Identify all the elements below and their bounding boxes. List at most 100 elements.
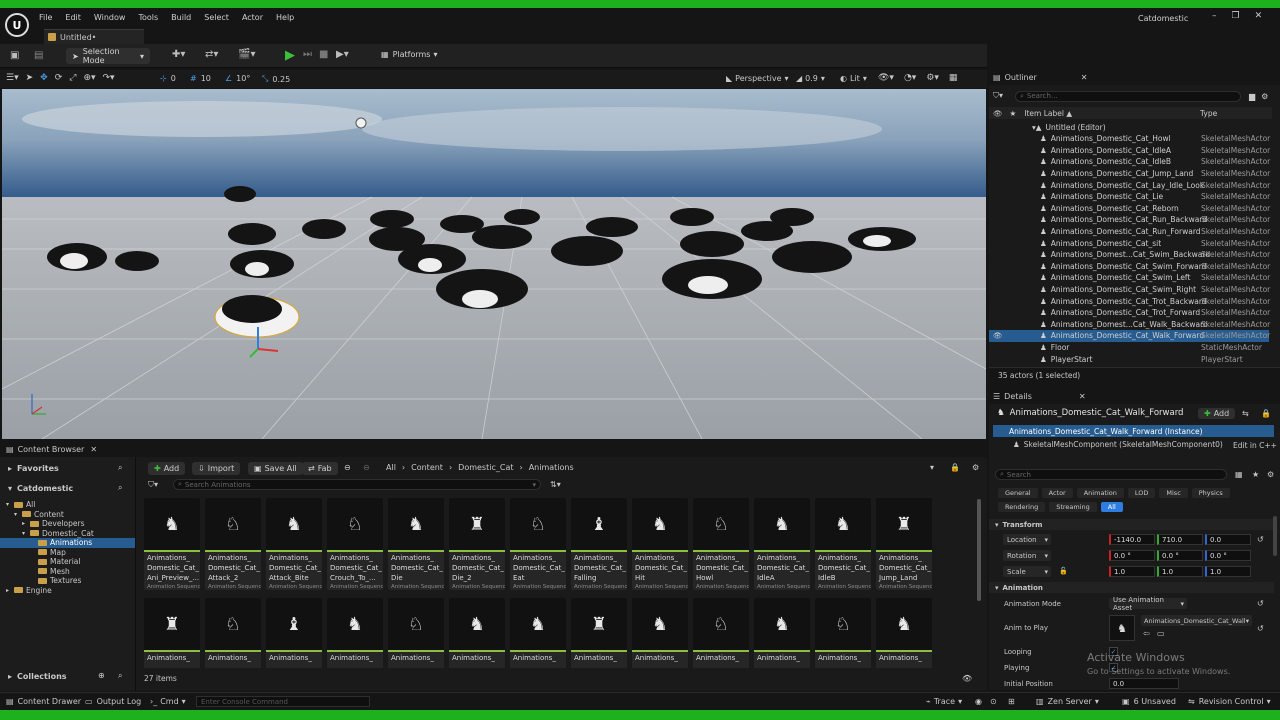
details-tab[interactable]: ☰ Details ✕ [989, 388, 1280, 404]
search-icon[interactable]: ⌕ [118, 463, 122, 473]
actor-name[interactable]: Animations_Domestic_Cat_Walk_Forward [1010, 408, 1184, 418]
project-header[interactable]: ▾ Catdomestic [8, 484, 73, 493]
level-tab[interactable]: Untitled• [44, 29, 144, 44]
filter-icon[interactable]: ⛉▾ [148, 480, 158, 490]
details-add-button[interactable]: ✚ Add [1198, 408, 1236, 419]
outliner-row[interactable]: ♟ Floor StaticMeshActor [989, 342, 1269, 354]
outliner-row[interactable]: ♟ Animations_Domestic_Cat_Reborn SkeletalM… [989, 203, 1270, 215]
asset-tile[interactable]: ♞ Animations_ Domestic_Cat_ IdleA Animation … [754, 498, 810, 590]
asset-tile[interactable]: ♞ Animations_ Domestic_Cat_ Ani_Preview_...… [144, 498, 200, 590]
zen-server-button[interactable]: ▥ Zen Server ▾ [1036, 697, 1099, 706]
asset-tile[interactable]: ♘ Animations_ Domestic_Cat_ Howl Animation S… [693, 498, 749, 590]
folder-content[interactable]: ▾ Content [0, 510, 135, 520]
breadcrumb-item[interactable]: Animations [529, 463, 574, 472]
sort-icon[interactable]: ⇅▾ [550, 480, 561, 489]
rotation-snap[interactable]: ∠ 10° [225, 74, 250, 83]
asset-tile[interactable]: ♞ Animations_ [327, 598, 383, 668]
settings-icon[interactable]: ⚙ [1267, 470, 1274, 479]
content-browser-tab[interactable]: ▤ Content Browser ✕ [0, 441, 987, 457]
content-icon[interactable]: ▤ [34, 50, 43, 61]
asset-grid-scrollbar[interactable] [977, 499, 981, 601]
rotation-y-field[interactable]: 0.0 ° [1157, 550, 1203, 561]
world-icon[interactable]: ⊕▾ [83, 73, 95, 83]
details-tab-rendering[interactable]: Rendering [998, 502, 1046, 512]
outliner-row[interactable]: ♟ Animations_Domestic_Cat_Swim_Left Skelet… [989, 272, 1270, 284]
close-window-icon[interactable]: ✕ [1255, 11, 1263, 21]
fab-button[interactable]: ⇄ Fab [302, 462, 338, 475]
details-tab-animation[interactable]: Animation [1076, 488, 1124, 498]
reset-icon[interactable]: ↺ [1257, 535, 1264, 544]
outliner-row[interactable]: ♟ Animations_Domestic_Cat_Swim_Right Skele… [989, 284, 1270, 296]
collections-header[interactable]: ▸ Collections [8, 672, 67, 681]
platforms-button[interactable]: ▦ Platforms ▾ [381, 50, 437, 59]
asset-tile[interactable]: ♝ Animations_ Domestic_Cat_ Falling Animatio… [571, 498, 627, 590]
anim-thumbnail-icon[interactable]: ♞ [1109, 615, 1135, 641]
asset-tile[interactable]: ♝ Animations_ [266, 598, 322, 668]
asset-tile[interactable]: ♞ Animations_ Domestic_Cat_ Die Animation Se… [388, 498, 444, 590]
screenshot-icon[interactable]: ⊞ [1008, 697, 1015, 706]
asset-tile[interactable]: ♜ Animations_ Domestic_Cat_ Jump_Land Animat… [876, 498, 932, 590]
folder-developers[interactable]: ▸ Developers [0, 519, 135, 529]
outliner-tab[interactable]: ▤ Outliner ✕ [989, 69, 1280, 85]
browse-asset-icon[interactable]: ▭ [1157, 629, 1165, 638]
cinematics-icon[interactable]: 🎬▾ [238, 49, 255, 60]
outliner-row[interactable]: ♟ Animations_Domestic_Cat_Jump_Land Skelet… [989, 168, 1270, 180]
surface-snap-icon[interactable]: ↷▾ [103, 73, 115, 83]
reset-icon[interactable]: ↺ [1257, 599, 1264, 608]
location-z-field[interactable]: 0.0 [1205, 534, 1251, 545]
outliner-root[interactable]: ▾▲ Untitled (Editor) [1032, 122, 1106, 134]
outliner-row[interactable]: ♟ Animations_Domestic_Cat_sit SkeletalMesh… [989, 237, 1270, 249]
asset-tile[interactable]: ♞ Animations_ Domestic_Cat_ Hit Animation Se… [632, 498, 688, 590]
blueprint-icon[interactable]: ⇄▾ [205, 49, 218, 60]
asset-tile[interactable]: ♘ Animations_ [205, 598, 261, 668]
close-tab-icon[interactable]: ✕ [90, 445, 97, 454]
trace-button[interactable]: ⌁ Trace ▾ [926, 697, 962, 706]
location-x-field[interactable]: -1140.0 [1109, 534, 1155, 545]
grid-snap[interactable]: ⊹ 0 [160, 74, 176, 83]
history-back-icon[interactable]: ⊖ [344, 463, 351, 472]
outliner-row[interactable]: 👁 ♟ Animations_Domestic_Cat_Walk_Forward Sk… [989, 330, 1270, 342]
add-button[interactable]: ✚ Add [148, 462, 186, 475]
outliner-search-input[interactable]: ⌕ Search... [1015, 90, 1241, 102]
content-drawer-button[interactable]: ▤ Content Drawer [6, 697, 81, 706]
asset-tile[interactable]: ♜ Animations_ [144, 598, 200, 668]
folder-map[interactable]: Map [0, 548, 135, 558]
outliner-row[interactable]: ♟ Animations_Domestic_Cat_Swim_Forward Ske… [989, 261, 1270, 273]
breadcrumb-item[interactable]: Content [411, 463, 443, 472]
output-log-button[interactable]: ▭ Output Log [85, 697, 141, 706]
record-icon[interactable]: ◉ [975, 697, 982, 706]
filter-icon[interactable]: ⛉▾ [993, 91, 1011, 101]
scale-icon[interactable]: ⤢ [69, 73, 76, 83]
asset-tile[interactable]: ♞ Animations_ [510, 598, 566, 668]
console-input[interactable]: Enter Console Command [196, 696, 370, 707]
scale-dropdown[interactable]: Scale ▾ [1003, 566, 1051, 577]
table-view-icon[interactable]: ▦ [1235, 470, 1243, 479]
asset-tile[interactable]: ♞ Animations_ [876, 598, 932, 668]
edit-in-cpp-link[interactable]: Edit in C++ [1233, 441, 1277, 450]
asset-tile[interactable]: ♞ Animations_ Domestic_Cat_ IdleB Animation … [815, 498, 871, 590]
outliner-row[interactable]: ♟ Animations_Domestic_Cat_Lay_Idle_Look Sk… [989, 179, 1270, 191]
folder-mesh[interactable]: Mesh [0, 567, 135, 577]
details-tab-actor[interactable]: Actor [1041, 488, 1073, 498]
anim-mode-dropdown[interactable]: Use Animation Asset ▾ [1109, 596, 1187, 612]
blueprint-icon[interactable]: ⇆ [1242, 409, 1249, 418]
menu-select[interactable]: Select [204, 13, 229, 22]
level-viewport[interactable] [2, 89, 986, 439]
column-item-label[interactable]: Item Label ▲ [1024, 109, 1072, 118]
close-tab-icon[interactable]: ✕ [1079, 392, 1086, 401]
asset-tile[interactable]: ♜ Animations_ [571, 598, 627, 668]
instance-row[interactable]: Animations_Domestic_Cat_Walk_Forward (In… [993, 425, 1274, 437]
details-search-input[interactable]: ⌕ Search [995, 469, 1227, 480]
menu-file[interactable]: File [39, 13, 52, 22]
perspective-button[interactable]: ◣ Perspective ▾ [726, 74, 789, 83]
favorite-icon[interactable]: ★ [1252, 470, 1259, 479]
select-icon[interactable]: ➤ [26, 73, 34, 83]
import-button[interactable]: ⇩ Import [192, 462, 241, 475]
add-actor-icon[interactable]: ✚▾ [172, 49, 185, 60]
search-icon[interactable]: ⌕ [118, 483, 122, 493]
folder-engine[interactable]: ▸ Engine [0, 586, 135, 596]
rotation-z-field[interactable]: 0.0 ° [1205, 550, 1251, 561]
asset-tile[interactable]: ♘ Animations_ [693, 598, 749, 668]
settings-icon[interactable]: ⚙▾ [926, 73, 939, 83]
folder-animations[interactable]: Animations [0, 538, 135, 548]
